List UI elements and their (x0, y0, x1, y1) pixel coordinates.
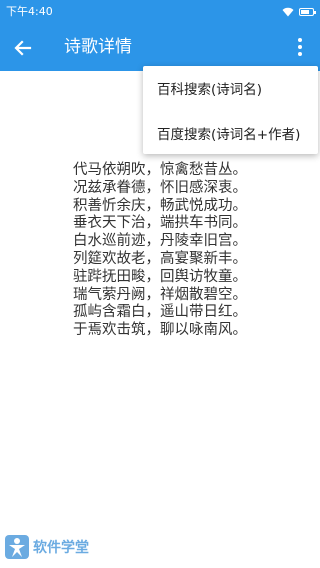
poem-line: 孤屿含霜白，遥山带日红。 (73, 304, 247, 321)
overflow-menu: 百科搜索(诗词名) 百度搜索(诗词名+作者) (143, 66, 318, 154)
menu-item-baike-search[interactable]: 百科搜索(诗词名) (157, 78, 262, 98)
battery-fill (301, 10, 310, 14)
status-time: 下午4:40 (6, 5, 53, 18)
poem-lines: 代马依朔吹，惊禽愁昔丛。 况兹承眷德，怀旧感深衷。 积善忻余庆，畅武悦成功。 垂… (73, 162, 247, 340)
poem-line: 瑞气萦丹阙，祥烟散碧空。 (73, 286, 247, 303)
app-bar: 诗歌详情 (0, 24, 320, 71)
poem-line: 垂衣天下治，端拱车书同。 (73, 215, 247, 232)
watermark: 软件学堂 (4, 533, 89, 561)
poem-line: 代马依朔吹，惊禽愁昔丛。 (73, 162, 247, 178)
poem-line: 白水巡前迹，丹陵幸旧宫。 (73, 233, 247, 250)
poem-line: 列筵欢故老，高宴聚新丰。 (73, 250, 247, 267)
menu-item-baidu-search[interactable]: 百度搜索(诗词名+作者) (157, 123, 300, 143)
poem-line: 况兹承眷德，怀旧感深衷。 (73, 179, 247, 196)
arrow-left-icon[interactable] (10, 35, 36, 61)
person-logo-icon (5, 535, 29, 559)
status-icons (282, 6, 316, 18)
watermark-text: 软件学堂 (33, 540, 89, 556)
page-title: 诗歌详情 (64, 37, 132, 57)
poem-line: 积善忻余庆，畅武悦成功。 (73, 197, 247, 214)
more-vertical-icon[interactable] (290, 35, 310, 61)
poem-line: 驻跸抚田畯，回舆访牧童。 (73, 268, 247, 285)
battery-icon (299, 8, 316, 16)
wifi-icon (282, 7, 294, 17)
status-bar: 下午4:40 (0, 0, 320, 24)
poem-line: 于焉欢击筑，聊以咏南风。 (73, 322, 247, 339)
